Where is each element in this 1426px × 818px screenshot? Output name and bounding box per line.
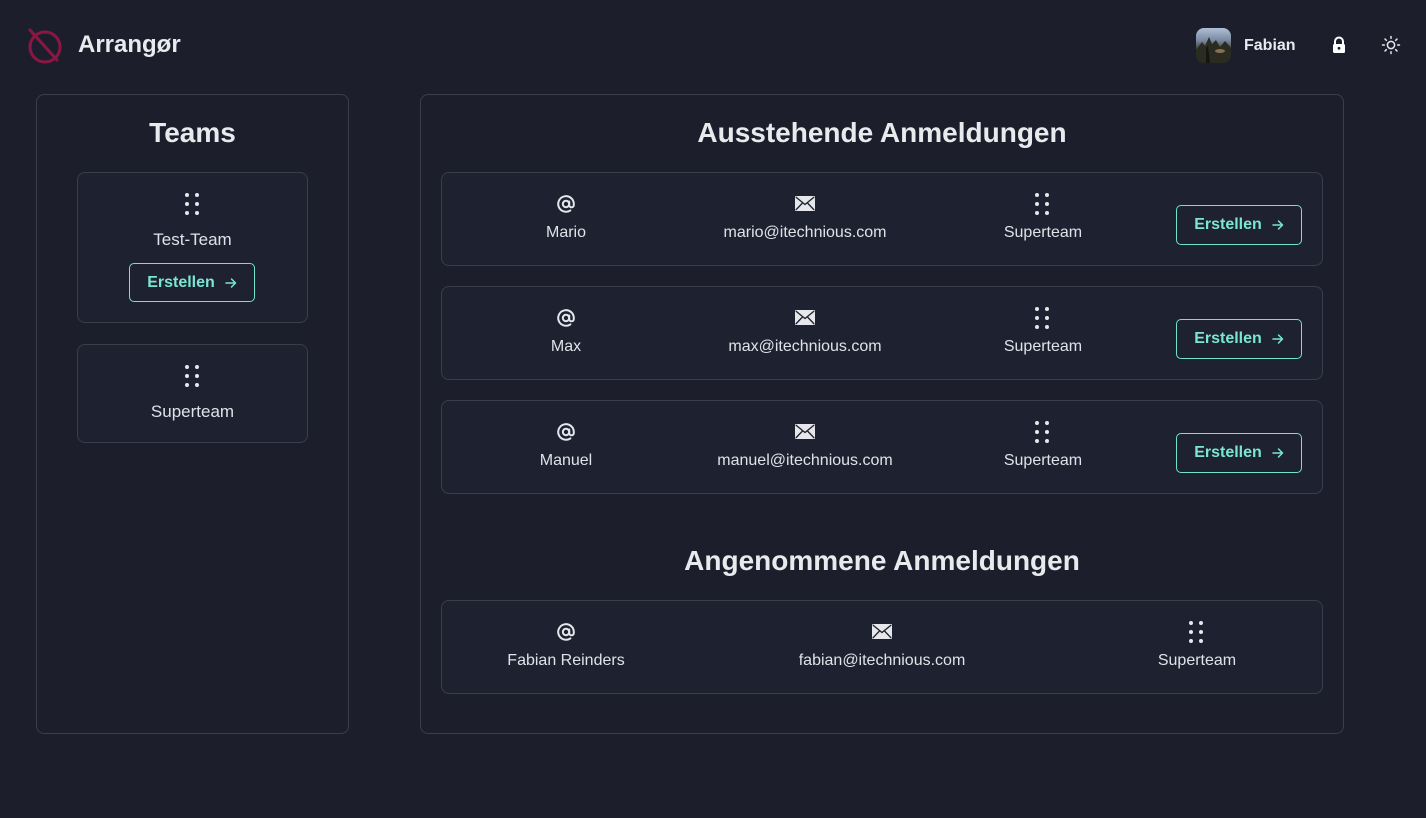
- create-registration-button[interactable]: Erstellen: [1176, 319, 1302, 359]
- registrations-panel: Ausstehende Anmeldungen Mario mario@itec…: [420, 94, 1344, 734]
- arrow-right-icon: [1272, 220, 1284, 230]
- team-icon: [185, 193, 201, 215]
- pending-registration-row: Max max@itechnious.com Superteam Erstell…: [441, 286, 1323, 380]
- registration-team: Superteam: [1003, 224, 1083, 241]
- team-icon: [1035, 421, 1051, 443]
- button-label: Erstellen: [1194, 444, 1262, 461]
- registration-username: Manuel: [539, 452, 593, 469]
- teams-title: Teams: [149, 117, 236, 148]
- arrow-right-icon: [1272, 334, 1284, 344]
- user-name[interactable]: Fabian: [1244, 37, 1296, 55]
- registration-username: Max: [550, 338, 582, 355]
- registration-username: Fabian Reinders: [507, 652, 625, 669]
- teams-panel: Teams Test-Team Erstellen Superteam: [36, 94, 349, 734]
- registration-username: Mario: [545, 224, 586, 241]
- registration-team: Superteam: [1003, 452, 1083, 469]
- pending-registration-row: Mario mario@itechnious.com Superteam Ers…: [441, 172, 1323, 266]
- accepted-title: Angenommene Anmeldungen: [684, 545, 1080, 576]
- registration-team: Superteam: [1003, 338, 1083, 355]
- avatar[interactable]: [1196, 28, 1231, 63]
- team-icon: [1035, 307, 1051, 329]
- accepted-registration-row: Fabian Reinders fabian@itechnious.com Su…: [441, 600, 1323, 694]
- envelope-icon: [795, 310, 815, 325]
- envelope-icon: [795, 196, 815, 211]
- registration-email: mario@itechnious.com: [723, 224, 887, 241]
- sun-icon[interactable]: [1381, 35, 1401, 55]
- at-icon: [557, 423, 575, 441]
- at-icon: [557, 623, 575, 641]
- envelope-icon: [795, 424, 815, 439]
- button-label: Erstellen: [147, 273, 215, 291]
- registration-email: max@itechnious.com: [728, 338, 882, 355]
- registration-email: manuel@itechnious.com: [717, 452, 893, 469]
- create-registration-button[interactable]: Erstellen: [1176, 433, 1302, 473]
- button-label: Erstellen: [1194, 330, 1262, 347]
- create-team-button[interactable]: Erstellen: [129, 263, 255, 302]
- team-icon: [1189, 621, 1205, 643]
- team-card: Superteam: [77, 344, 308, 443]
- team-name: Superteam: [150, 402, 235, 421]
- team-name: Test-Team: [153, 230, 232, 249]
- brand-logo-icon[interactable]: [25, 26, 63, 64]
- registration-team: Superteam: [1157, 652, 1237, 669]
- arrow-right-icon: [1272, 448, 1284, 458]
- create-registration-button[interactable]: Erstellen: [1176, 205, 1302, 245]
- registration-email: fabian@itechnious.com: [798, 652, 966, 669]
- team-card: Test-Team Erstellen: [77, 172, 308, 323]
- at-icon: [557, 195, 575, 213]
- team-icon: [185, 365, 201, 387]
- pending-title: Ausstehende Anmeldungen: [697, 117, 1067, 148]
- envelope-icon: [872, 624, 892, 639]
- pending-registration-row: Manuel manuel@itechnious.com Superteam E…: [441, 400, 1323, 494]
- app-header: Arrangør Fabian: [0, 0, 1426, 90]
- lock-icon[interactable]: [1330, 36, 1348, 54]
- team-icon: [1035, 193, 1051, 215]
- button-label: Erstellen: [1194, 216, 1262, 233]
- at-icon: [557, 309, 575, 327]
- avatar-image: [1196, 37, 1231, 63]
- arrow-right-icon: [225, 277, 237, 288]
- app-title[interactable]: Arrangør: [78, 31, 181, 59]
